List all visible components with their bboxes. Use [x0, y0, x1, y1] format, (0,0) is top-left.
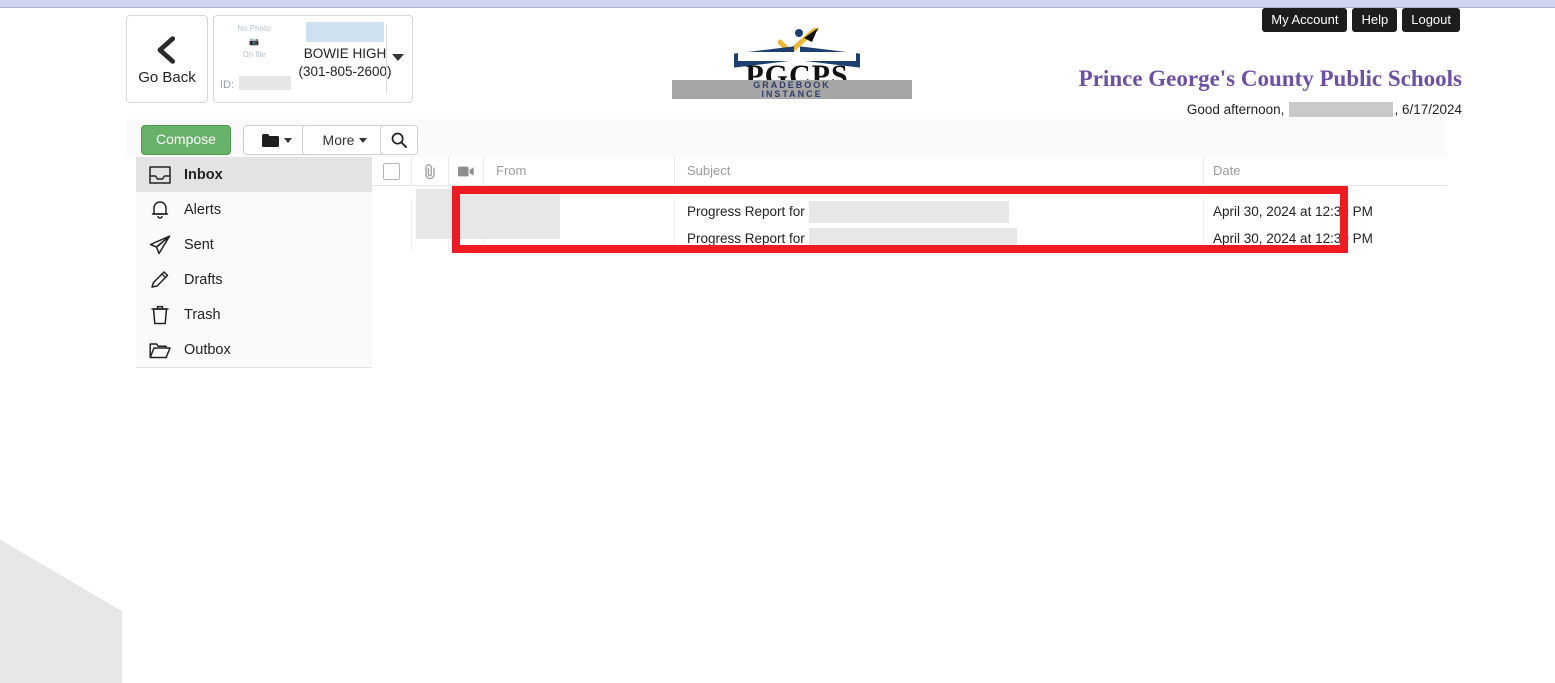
greeting-prefix: Good afternoon, [1186, 102, 1285, 117]
more-label: More [322, 132, 355, 148]
more-dropdown-button[interactable]: More [302, 125, 388, 155]
paperclip-icon [425, 163, 435, 179]
sidebar-item-label: Alerts [184, 201, 222, 218]
row-date-cell: April 30, 2024 at 12:30 PM [1213, 231, 1373, 246]
help-button[interactable]: Help [1352, 8, 1398, 32]
message-list: From Subject Date Progress Report for Ap… [372, 157, 1447, 252]
bell-icon [151, 201, 169, 219]
table-row[interactable]: Progress Report for April 30, 2024 at 12… [372, 198, 1447, 225]
attachment-column [412, 157, 449, 185]
row-from-cell [484, 198, 675, 225]
row-video-cell [449, 198, 484, 225]
date-column-header[interactable]: Date [1204, 157, 1447, 185]
account-buttons: My Account Help Logout [1262, 8, 1460, 32]
video-camera-icon [458, 166, 474, 176]
row-subject-cell: Progress Report for [675, 198, 1204, 225]
message-list-header: From Subject Date [372, 157, 1447, 186]
row-checkbox-cell[interactable] [372, 225, 412, 252]
book-page-inner [738, 52, 856, 61]
greeting-name-redaction [1289, 102, 1394, 117]
card-divider [386, 24, 387, 94]
go-back-label: Go Back [138, 68, 196, 86]
app-root: Go Back No Photo 📷 On file ID: BOWIE HIG… [0, 0, 1555, 683]
search-button[interactable] [380, 125, 418, 155]
inbox-icon [149, 165, 171, 184]
message-rows: Progress Report for April 30, 2024 at 12… [372, 186, 1447, 252]
open-book-icon [734, 28, 860, 68]
row-video-cell [449, 225, 484, 252]
from-column-header[interactable]: From [484, 157, 675, 185]
sidebar-item-inbox[interactable]: Inbox [136, 157, 372, 192]
student-id-row: ID: [220, 76, 292, 91]
select-all-column[interactable] [372, 157, 412, 185]
row-subject-text: Progress Report for [687, 231, 805, 246]
student-id-redaction [239, 76, 292, 90]
folder-icon [262, 133, 279, 147]
sidebar-item-label: Trash [184, 306, 221, 323]
go-back-button[interactable]: Go Back [126, 15, 208, 103]
search-icon [391, 132, 407, 148]
band-line-2: INSTANCE [761, 89, 823, 99]
photo-placeholder-line2: On file [242, 49, 266, 59]
video-column [449, 157, 484, 185]
student-id-label: ID: [220, 79, 235, 91]
row-checkbox-cell[interactable] [372, 198, 412, 225]
greeting-date: , 6/17/2024 [1394, 102, 1462, 117]
chevron-left-icon [157, 35, 176, 64]
paper-plane-icon [149, 234, 171, 254]
sidebar-item-label: Drafts [184, 271, 223, 288]
caret-down-icon [284, 137, 292, 143]
greeting-line: Good afternoon, , 6/17/2024 [1187, 102, 1462, 117]
row-date-cell: April 30, 2024 at 12:31 PM [1213, 204, 1373, 219]
sidebar-item-label: Outbox [184, 341, 231, 358]
sidebar-item-alerts[interactable]: Alerts [136, 192, 372, 227]
row-subject-redaction [808, 200, 1009, 223]
student-selector-card[interactable]: No Photo 📷 On file ID: BOWIE HIGH (301-8… [213, 15, 413, 103]
my-account-button[interactable]: My Account [1262, 8, 1348, 32]
mail-toolbar: Compose More [126, 119, 1447, 157]
student-photo-placeholder: No Photo 📷 On file [228, 23, 280, 71]
pgcps-logo: PGCPS GRADEBOOK INSTANCE [672, 28, 912, 102]
district-title: Prince George's County Public Schools [1078, 66, 1462, 91]
photo-placeholder-line1: No Photo [237, 24, 271, 33]
select-all-checkbox[interactable] [383, 162, 400, 180]
sidebar-item-drafts[interactable]: Drafts [136, 262, 372, 297]
sidebar-item-trash[interactable]: Trash [136, 297, 372, 332]
logout-button[interactable]: Logout [1402, 8, 1460, 32]
row-attachment-cell [412, 225, 449, 252]
sidebar-item-outbox[interactable]: Outbox [136, 332, 372, 367]
mail-folder-sidebar: Inbox Alerts Sent Drafts Trash Outbox [136, 157, 372, 368]
page-header: Go Back No Photo 📷 On file ID: BOWIE HIG… [0, 8, 1555, 127]
folder-icon [149, 342, 171, 358]
folder-dropdown-button[interactable] [243, 125, 311, 155]
list-top-spacer [372, 186, 1447, 198]
row-attachment-cell [412, 198, 449, 225]
row-subject-redaction [808, 227, 1017, 250]
sidebar-item-label: Inbox [184, 166, 223, 183]
sidebar-item-sent[interactable]: Sent [136, 227, 372, 262]
caret-down-icon [359, 137, 368, 143]
chevron-down-icon[interactable] [392, 54, 404, 61]
row-subject-text: Progress Report for [687, 204, 805, 219]
pencil-icon [151, 270, 169, 288]
subject-column-header[interactable]: Subject [675, 157, 1204, 185]
compose-button[interactable]: Compose [141, 125, 231, 155]
sidebar-item-label: Sent [184, 236, 214, 253]
top-accent-strip [0, 0, 1555, 8]
bottom-left-decorative-shape [0, 539, 122, 683]
gradebook-instance-band: GRADEBOOK INSTANCE [672, 80, 912, 99]
trash-icon [151, 305, 169, 324]
student-name-redaction [306, 22, 384, 42]
photo-placeholder-glyph: 📷 [249, 36, 259, 46]
row-from-cell [484, 225, 675, 252]
row-subject-cell: Progress Report for [675, 225, 1204, 252]
table-row[interactable]: Progress Report for April 30, 2024 at 12… [372, 225, 1447, 252]
